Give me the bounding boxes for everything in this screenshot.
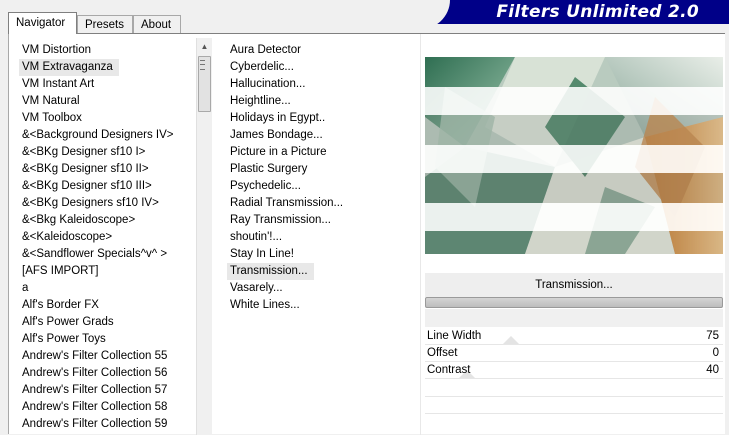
category-item[interactable]: &<BKg Designer sf10 III>	[19, 178, 204, 195]
category-item[interactable]: &<Sandflower Specials^v^ >	[19, 246, 204, 263]
category-item[interactable]: Andrew's Filter Collection 58	[19, 399, 204, 416]
category-item[interactable]: Andrew's Filter Collection 55	[19, 348, 204, 365]
filter-item[interactable]: Heightline...	[227, 93, 417, 110]
tab-about[interactable]: About	[133, 15, 181, 33]
title-banner: Filters Unlimited 2.0	[428, 0, 729, 24]
param-value: 0	[712, 347, 719, 359]
category-item[interactable]: Andrew's Filter Collection 59	[19, 416, 204, 433]
slider-thumb-icon[interactable]	[503, 336, 519, 344]
progress-bar	[425, 297, 723, 308]
navigator-panel: VM Distortion VM Extravaganza VM Instant A…	[8, 33, 725, 435]
filter-item[interactable]: White Lines...	[227, 297, 417, 314]
param-line-width[interactable]: Line Width 75	[425, 328, 723, 345]
filter-item[interactable]: Cyberdelic...	[227, 59, 417, 76]
param-value: 75	[706, 330, 719, 342]
category-item[interactable]: &<Background Designers IV>	[19, 127, 204, 144]
category-item[interactable]: Alf's Border FX	[19, 297, 204, 314]
category-item[interactable]: VM Natural	[19, 93, 204, 110]
filter-item[interactable]: Hallucination...	[227, 76, 417, 93]
filter-item[interactable]: James Bondage...	[227, 127, 417, 144]
panel-divider	[420, 34, 421, 435]
category-item[interactable]: &<Bkg Kaleidoscope>	[19, 212, 204, 229]
scroll-grip-icon	[200, 60, 205, 70]
filter-preview	[425, 57, 723, 254]
category-item[interactable]: Alf's Power Grads	[19, 314, 204, 331]
category-item[interactable]: Andrew's Filter Collection 56	[19, 365, 204, 382]
category-item[interactable]: &<Kaleidoscope>	[19, 229, 204, 246]
category-item[interactable]: a	[19, 280, 204, 297]
filter-item[interactable]: Plastic Surgery	[227, 161, 417, 178]
category-item[interactable]: &<BKg Designers sf10 IV>	[19, 195, 204, 212]
tab-navigator[interactable]: Navigator	[8, 12, 77, 34]
category-item[interactable]: [AFS IMPORT]	[19, 263, 204, 280]
param-row-empty	[425, 396, 723, 397]
preview-image	[425, 57, 723, 254]
param-offset[interactable]: Offset 0	[425, 345, 723, 362]
filter-item[interactable]: Psychedelic...	[227, 178, 417, 195]
filter-name-button[interactable]: Transmission...	[425, 273, 723, 297]
filter-list[interactable]: Aura Detector Cyberdelic... Hallucination.…	[227, 42, 417, 434]
filter-item[interactable]: Aura Detector	[227, 42, 417, 59]
category-item[interactable]: Alf's Power Toys	[19, 331, 204, 348]
param-label: Line Width	[427, 330, 482, 342]
filters-unlimited-window: Navigator Presets About Filters Unlimite…	[0, 0, 729, 435]
param-row-empty	[425, 413, 723, 414]
slider-header-spacer	[425, 309, 723, 327]
category-item[interactable]: Andrew's Filter Collection 57	[19, 382, 204, 399]
filter-item[interactable]: Vasarely...	[227, 280, 417, 297]
category-item[interactable]: &<BKg Designer sf10 II>	[19, 161, 204, 178]
filter-item[interactable]: Radial Transmission...	[227, 195, 417, 212]
filter-item[interactable]: Stay In Line!	[227, 246, 417, 263]
category-item[interactable]: VM Toolbox	[19, 110, 204, 127]
filter-item[interactable]: Holidays in Egypt..	[227, 110, 417, 127]
filter-item[interactable]: shoutin'!...	[227, 229, 417, 246]
tab-presets[interactable]: Presets	[77, 15, 133, 33]
filter-item[interactable]: Transmission...	[227, 263, 314, 280]
category-scrollbar[interactable]: ▲	[196, 38, 212, 435]
param-label: Contrast	[427, 364, 471, 376]
param-value: 40	[706, 364, 719, 376]
category-item[interactable]: VM Extravaganza	[19, 59, 119, 76]
param-label: Offset	[427, 347, 458, 359]
banner-title: Filters Unlimited 2.0	[496, 2, 699, 22]
category-item[interactable]: &<BKg Designer sf10 I>	[19, 144, 204, 161]
category-item[interactable]: VM Instant Art	[19, 76, 204, 93]
filter-item[interactable]: Ray Transmission...	[227, 212, 417, 229]
scroll-up-arrow-icon[interactable]: ▲	[197, 40, 212, 54]
category-list[interactable]: VM Distortion VM Extravaganza VM Instant A…	[19, 42, 204, 434]
filter-item[interactable]: Picture in a Picture	[227, 144, 417, 161]
category-item[interactable]: VM Distortion	[19, 42, 204, 59]
param-contrast[interactable]: Contrast 40	[425, 362, 723, 379]
